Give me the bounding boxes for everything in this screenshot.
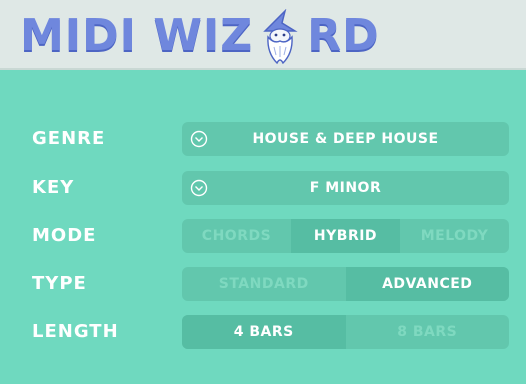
type-segmented-control: STANDARD ADVANCED [182,267,509,301]
logo-text-part1: MIDI WIZ [20,9,254,61]
key-dropdown[interactable]: F MINOR [182,171,509,205]
settings-panel: GENRE HOUSE & DEEP HOUSE KEY F MINOR MOD… [0,70,526,384]
genre-control: HOUSE & DEEP HOUSE [182,122,509,156]
mode-option-chords[interactable]: CHORDS [182,219,291,253]
genre-row: GENRE HOUSE & DEEP HOUSE [0,122,526,156]
length-option-8-bars[interactable]: 8 BARS [346,315,510,349]
genre-dropdown[interactable]: HOUSE & DEEP HOUSE [182,122,509,156]
mode-row: MODE CHORDS HYBRID MELODY [0,219,526,253]
chevron-down-icon [190,179,208,197]
app-header: MIDI WIZ RD [0,0,526,70]
length-row: LENGTH 4 BARS 8 BARS [0,315,526,349]
mode-label: MODE [32,225,97,246]
app-logo: MIDI WIZ RD [20,8,380,65]
genre-label: GENRE [32,128,106,149]
length-label: LENGTH [32,321,119,342]
type-option-advanced[interactable]: ADVANCED [345,267,509,301]
key-row: KEY F MINOR [0,171,526,205]
chevron-down-icon [190,130,208,148]
key-control: F MINOR [182,171,509,205]
mode-segmented-control: CHORDS HYBRID MELODY [182,219,509,253]
mode-option-hybrid[interactable]: HYBRID [291,219,400,253]
mode-option-melody[interactable]: MELODY [400,219,509,253]
length-segmented-control: 4 BARS 8 BARS [182,315,509,349]
type-row: TYPE STANDARD ADVANCED [0,267,526,301]
key-label: KEY [32,177,75,198]
genre-value: HOUSE & DEEP HOUSE [252,131,439,147]
type-label: TYPE [32,273,87,294]
key-value: F MINOR [309,180,382,196]
length-option-4-bars[interactable]: 4 BARS [182,315,346,349]
logo-text-part2: RD [307,9,380,61]
wizard-icon [255,8,305,65]
type-option-standard[interactable]: STANDARD [182,267,346,301]
